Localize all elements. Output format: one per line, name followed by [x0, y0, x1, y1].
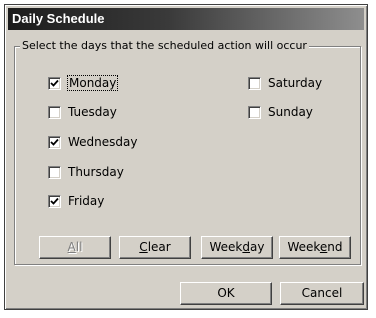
all-button-label-post: ll — [75, 240, 83, 254]
checkmark-icon — [50, 79, 59, 87]
days-group-legend: Select the days that the scheduled actio… — [20, 39, 309, 53]
checkbox-row-sunday[interactable]: Sunday — [248, 104, 313, 120]
title-bar[interactable]: Daily Schedule — [8, 8, 364, 30]
thursday-label[interactable]: Thursday — [68, 165, 124, 179]
monday-label[interactable]: Monday — [66, 75, 119, 91]
daily-schedule-dialog: Daily Schedule Select the days that the … — [4, 4, 368, 310]
weekend-button-label-post: nd — [327, 240, 343, 254]
all-button[interactable]: All — [39, 236, 111, 259]
checkbox-row-wednesday[interactable]: Wednesday — [48, 134, 137, 150]
thursday-checkbox[interactable] — [48, 165, 61, 179]
clear-button-mnemonic: C — [139, 240, 148, 254]
ok-button[interactable]: OK — [180, 282, 272, 305]
checkbox-row-thursday[interactable]: Thursday — [48, 164, 124, 180]
window-title: Daily Schedule — [12, 11, 105, 26]
tuesday-label[interactable]: Tuesday — [68, 105, 117, 119]
wednesday-checkbox[interactable] — [48, 135, 61, 149]
weekday-button-label-post: ay — [250, 240, 265, 254]
friday-checkbox[interactable] — [48, 194, 61, 208]
checkbox-row-saturday[interactable]: Saturday — [248, 75, 322, 91]
sunday-checkbox[interactable] — [248, 105, 261, 119]
clear-button[interactable]: Clear — [119, 236, 191, 259]
clear-button-label-post: lear — [147, 240, 171, 254]
checkmark-icon — [50, 138, 59, 146]
saturday-checkbox[interactable] — [248, 76, 261, 90]
checkmark-icon — [50, 197, 59, 205]
weekday-button[interactable]: Weekday — [201, 236, 273, 259]
checkbox-row-friday[interactable]: Friday — [48, 193, 104, 209]
weekday-button-label-pre: Week — [209, 240, 243, 254]
saturday-label[interactable]: Saturday — [268, 76, 322, 90]
wednesday-label[interactable]: Wednesday — [68, 135, 137, 149]
checkbox-row-monday[interactable]: Monday — [48, 75, 119, 91]
weekend-button[interactable]: Weekend — [279, 236, 351, 259]
friday-label[interactable]: Friday — [68, 194, 104, 208]
all-button-mnemonic: A — [67, 240, 76, 254]
checkbox-row-tuesday[interactable]: Tuesday — [48, 104, 117, 120]
sunday-label[interactable]: Sunday — [268, 105, 313, 119]
tuesday-checkbox[interactable] — [48, 105, 61, 119]
days-groupbox: Select the days that the scheduled actio… — [14, 39, 361, 265]
monday-checkbox[interactable] — [48, 76, 61, 90]
cancel-button[interactable]: Cancel — [280, 282, 364, 305]
weekend-button-label-pre: Week — [287, 240, 320, 254]
weekday-button-mnemonic: d — [242, 240, 251, 254]
